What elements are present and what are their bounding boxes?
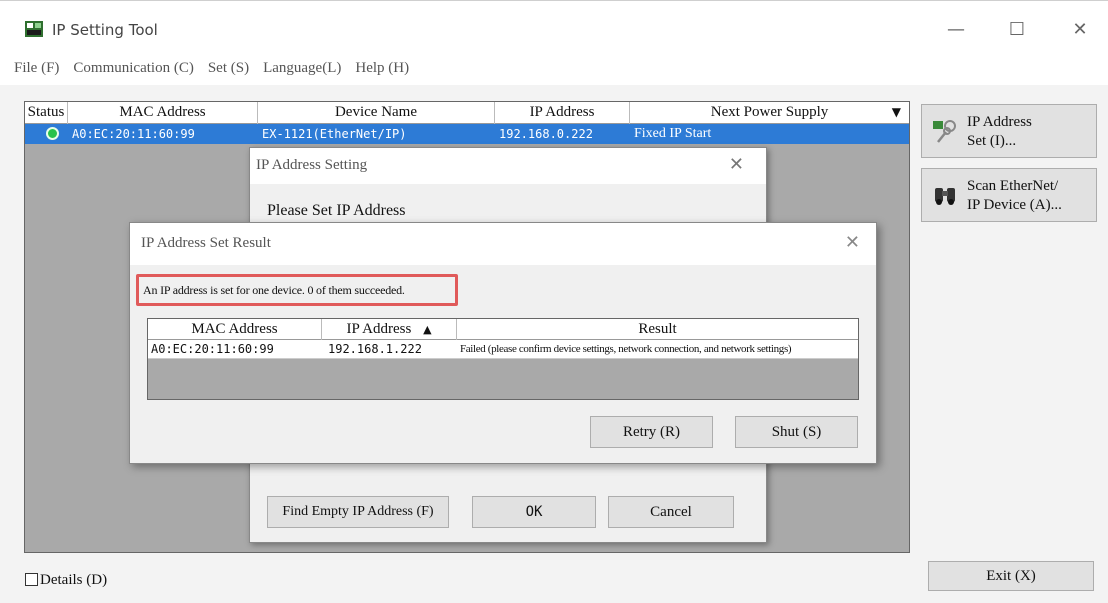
col-mac[interactable]: MAC Address (68, 102, 258, 124)
device-next-power: Fixed IP Start (634, 126, 712, 141)
cancel-button[interactable]: Cancel (608, 496, 734, 528)
result-row-status: Failed (please confirm device settings, … (460, 343, 792, 355)
menu-communication[interactable]: Communication (C) (73, 60, 193, 77)
scan-label-2: IP Device (A)... (967, 197, 1062, 213)
col-next-power-label: Next Power Supply (710, 104, 829, 120)
details-checkbox-box[interactable] (25, 573, 38, 586)
close-button[interactable]: ✕ (1060, 15, 1100, 45)
find-empty-ip-button[interactable]: Find Empty IP Address (F) (267, 496, 449, 528)
result-table-header: MAC Address IP Address ▲ Result (148, 319, 858, 340)
result-table[interactable]: MAC Address IP Address ▲ Result A0:EC:20… (147, 318, 859, 400)
scan-label-1: Scan EtherNet/ (967, 178, 1059, 194)
device-grid-header: Status MAC Address Device Name IP Addres… (25, 102, 909, 124)
result-message: An IP address is set for one device. 0 o… (143, 283, 405, 297)
result-row[interactable]: A0:EC:20:11:60:99 192.168.1.222 Failed (… (148, 340, 858, 359)
sort-asc-icon[interactable]: ▲ (423, 323, 431, 336)
title-bar: IP Setting Tool — ☐ ✕ (0, 1, 1108, 55)
setting-dialog-prompt: Please Set IP Address (267, 202, 406, 219)
maximize-button[interactable]: ☐ (997, 15, 1037, 45)
ip-setting-tool-window: IP Setting Tool — ☐ ✕ File (F) Communicat… (0, 0, 1108, 603)
setting-dialog-title: IP Address Setting (256, 157, 368, 173)
status-ok-icon (46, 127, 59, 140)
device-name: EX-1121(EtherNet/IP) (262, 127, 407, 141)
app-icon (25, 21, 43, 37)
device-row-selected[interactable]: A0:EC:20:11:60:99 EX-1121(EtherNet/IP) 1… (25, 124, 909, 144)
exit-button[interactable]: Exit (X) (928, 561, 1094, 591)
result-col-mac[interactable]: MAC Address (148, 319, 322, 340)
device-mac: A0:EC:20:11:60:99 (72, 127, 195, 141)
ok-button[interactable]: OK (472, 496, 596, 528)
result-col-result[interactable]: Result (457, 319, 858, 340)
result-dialog-close-icon[interactable]: ✕ (845, 232, 860, 253)
result-col-ip-label: IP Address (346, 321, 412, 337)
retry-button[interactable]: Retry (R) (590, 416, 713, 448)
minimize-button[interactable]: — (936, 15, 976, 45)
setting-dialog-close-icon[interactable]: ✕ (729, 154, 744, 175)
result-dialog-title: IP Address Set Result (141, 235, 271, 251)
col-status[interactable]: Status (25, 102, 68, 124)
col-next-power[interactable]: Next Power Supply ▼ (630, 102, 909, 124)
details-checkbox[interactable]: Details (D) (25, 572, 107, 589)
result-row-ip: 192.168.1.222 (328, 342, 422, 356)
col-ip[interactable]: IP Address (495, 102, 630, 124)
result-col-ip[interactable]: IP Address ▲ (322, 319, 457, 340)
ip-address-set-result-dialog: IP Address Set Result ✕ An IP address is… (129, 222, 877, 464)
sort-desc-icon[interactable]: ▼ (892, 102, 901, 122)
menu-set[interactable]: Set (S) (208, 60, 249, 77)
ip-set-label-1: IP Address (967, 114, 1032, 130)
binoculars-icon (935, 188, 955, 205)
window-title: IP Setting Tool (52, 21, 158, 39)
ip-address-set-button[interactable]: IP Address Set (I)... (921, 104, 1097, 158)
menu-file[interactable]: File (F) (14, 60, 59, 77)
details-label: Details (D) (40, 572, 108, 588)
menu-language[interactable]: Language(L) (263, 60, 341, 77)
scan-ethernet-ip-button[interactable]: Scan EtherNet/IP Device (A)... (921, 168, 1097, 222)
device-ip: 192.168.0.222 (499, 127, 593, 141)
result-dialog-titlebar: IP Address Set Result ✕ (130, 223, 876, 265)
menu-help[interactable]: Help (H) (355, 60, 409, 77)
result-row-mac: A0:EC:20:11:60:99 (151, 342, 274, 356)
setting-dialog-titlebar: IP Address Setting ✕ (250, 148, 766, 184)
col-device-name[interactable]: Device Name (258, 102, 495, 124)
ip-set-label-2: Set (I)... (967, 133, 1017, 149)
result-message-highlight: An IP address is set for one device. 0 o… (136, 274, 458, 306)
menu-bar: File (F) Communication (C) Set (S) Language… (0, 55, 1108, 85)
ip-settings-icon (933, 120, 956, 143)
shut-button[interactable]: Shut (S) (735, 416, 858, 448)
